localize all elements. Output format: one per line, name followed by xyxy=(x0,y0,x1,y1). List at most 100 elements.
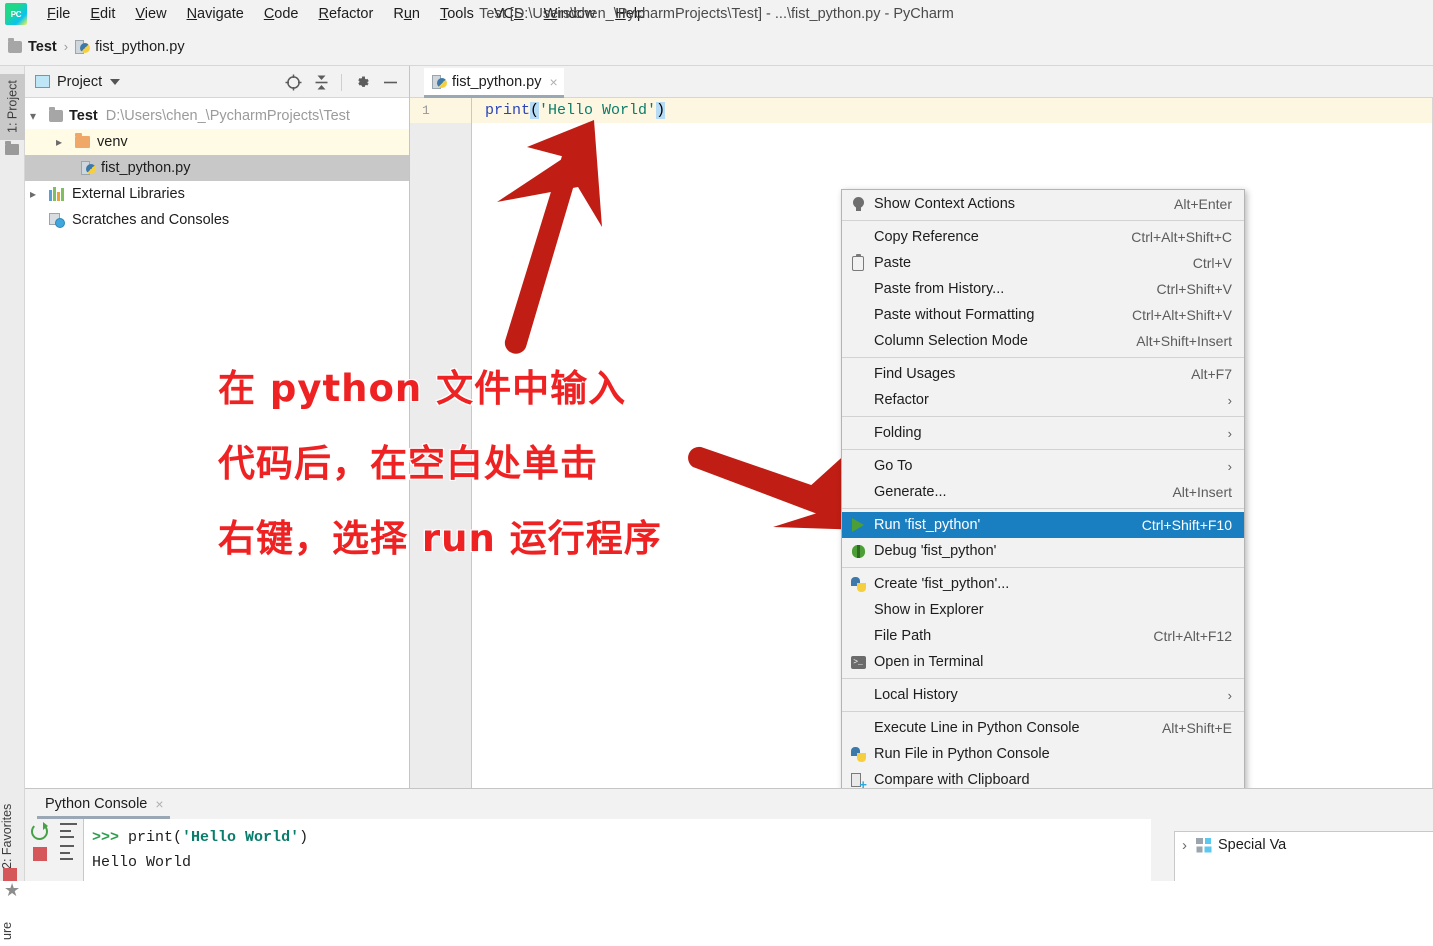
tree-row-venv[interactable]: ▸ venv xyxy=(25,129,409,155)
sidebar-tab-favorites[interactable]: 2: Favorites xyxy=(0,796,25,876)
menu-item-shortcut: Alt+F7 xyxy=(1191,366,1232,382)
menu-item-shortcut: Ctrl+Alt+Shift+V xyxy=(1132,307,1232,323)
rerun-icon[interactable] xyxy=(31,822,48,840)
editor-tab-fist-python[interactable]: fist_python.py × xyxy=(424,68,564,98)
menu-item-execute-line-in-python-console[interactable]: Execute Line in Python Console Alt+Shift… xyxy=(842,715,1244,741)
clipboard-icon xyxy=(842,253,874,271)
chevron-down-icon[interactable]: ▾ xyxy=(25,109,41,123)
breadcrumb-file[interactable]: fist_python.py xyxy=(75,39,185,55)
title-bar: File Edit View Navigate Code Refactor Ru… xyxy=(0,0,1433,29)
special-variables-row[interactable]: › Special Va xyxy=(1175,832,1433,858)
locate-icon[interactable] xyxy=(280,69,306,95)
sidebar-tab-project[interactable]: 1: Project xyxy=(0,74,25,140)
menu-window[interactable]: Window xyxy=(534,3,606,25)
project-panel: Project ▾ Test D:\Users\chen_\PycharmPro… xyxy=(25,66,410,788)
menu-edit[interactable]: Edit xyxy=(80,3,125,25)
chevron-right-icon: › xyxy=(1227,425,1232,441)
scroll-to-end-icon[interactable] xyxy=(60,845,77,860)
menu-item-shortcut: Alt+Enter xyxy=(1174,196,1232,212)
tree-row-fist-python[interactable]: fist_python.py xyxy=(25,155,409,181)
annotation-line-1: 在 python 文件中输入 xyxy=(218,367,627,410)
close-icon[interactable]: × xyxy=(155,796,163,812)
menu-item-folding[interactable]: Folding › xyxy=(842,420,1244,446)
tree-row-test[interactable]: ▾ Test D:\Users\chen_\PycharmProjects\Te… xyxy=(25,103,409,129)
menu-item-local-history[interactable]: Local History › xyxy=(842,682,1244,708)
project-panel-toolbar xyxy=(280,66,403,98)
minimize-icon[interactable] xyxy=(377,69,403,95)
annotation-line-3: 右键，选择 run 运行程序 xyxy=(218,517,662,560)
chevron-right-icon[interactable]: ▸ xyxy=(25,187,41,201)
soft-wrap-icon[interactable] xyxy=(60,823,77,838)
chevron-right-icon[interactable]: › xyxy=(1182,837,1187,854)
console-input-close: ) xyxy=(299,829,309,846)
menu-item-copy-reference[interactable]: Copy Reference Ctrl+Alt+Shift+C xyxy=(842,224,1244,250)
console-tab-bar: Python Console × xyxy=(25,789,1433,819)
context-menu: Show Context Actions Alt+Enter Copy Refe… xyxy=(841,189,1245,828)
menu-item-refactor[interactable]: Refactor › xyxy=(842,387,1244,413)
chevron-down-icon[interactable] xyxy=(110,78,121,85)
menu-item-show-in-explorer[interactable]: Show in Explorer xyxy=(842,597,1244,623)
menu-navigate[interactable]: Navigate xyxy=(177,3,254,25)
menu-divider xyxy=(842,357,1244,358)
console-tab-python-console[interactable]: Python Console × xyxy=(37,791,170,819)
project-folder-icon xyxy=(5,141,19,155)
tree-row-scratches[interactable]: Scratches and Consoles xyxy=(25,207,409,233)
menu-help[interactable]: Help xyxy=(605,3,655,25)
stop-icon[interactable] xyxy=(32,847,47,861)
editor-tab-bar: fist_python.py × xyxy=(410,66,1433,98)
menu-item-create-fist-python[interactable]: Create 'fist_python'... xyxy=(842,571,1244,597)
sidebar-tab-structure[interactable]: ure xyxy=(0,916,25,946)
menu-item-run-file-in-python-console[interactable]: Run File in Python Console xyxy=(842,741,1244,767)
chevron-right-icon: › xyxy=(1227,687,1232,703)
tree-label: External Libraries xyxy=(72,186,185,202)
menu-item-label: Copy Reference xyxy=(874,229,979,245)
menu-item-label: Paste from History... xyxy=(874,281,1005,297)
menu-item-paste[interactable]: Paste Ctrl+V xyxy=(842,250,1244,276)
menu-vcs[interactable]: VCS xyxy=(484,3,534,25)
project-panel-title-box[interactable]: Project xyxy=(25,74,121,90)
tree-label: Scratches and Consoles xyxy=(72,212,230,228)
menu-item-go-to[interactable]: Go To › xyxy=(842,453,1244,479)
menu-item-file-path[interactable]: File Path Ctrl+Alt+F12 xyxy=(842,623,1244,649)
tree-label: venv xyxy=(97,134,128,150)
menu-item-label: Show Context Actions xyxy=(874,196,1016,212)
chevron-right-icon: › xyxy=(1227,458,1232,474)
tree-row-external-libraries[interactable]: ▸ External Libraries xyxy=(25,181,409,207)
code-token-close-paren: ) xyxy=(656,102,666,119)
console-output[interactable]: >>> print('Hello World') Hello World xyxy=(83,819,1151,881)
menu-item-shortcut: Ctrl+Alt+Shift+C xyxy=(1131,229,1232,245)
menu-item-label: Generate... xyxy=(874,484,947,500)
menu-item-find-usages[interactable]: Find Usages Alt+F7 xyxy=(842,361,1244,387)
collapse-all-icon[interactable] xyxy=(308,69,334,95)
run-green-icon xyxy=(842,518,874,532)
menu-refactor[interactable]: Refactor xyxy=(309,3,384,25)
compare-clipboard-icon xyxy=(842,772,874,789)
menu-item-run-fist-python[interactable]: Run 'fist_python' Ctrl+Shift+F10 xyxy=(842,512,1244,538)
menu-divider xyxy=(842,567,1244,568)
menu-view[interactable]: View xyxy=(125,3,176,25)
menu-item-paste-without-formatting[interactable]: Paste without Formatting Ctrl+Alt+Shift+… xyxy=(842,302,1244,328)
menu-file[interactable]: File xyxy=(37,3,80,25)
menu-tools[interactable]: Tools xyxy=(430,3,484,25)
menu-item-debug-fist-python[interactable]: Debug 'fist_python' xyxy=(842,538,1244,564)
annotation-line-2: 代码后，在空白处单击 xyxy=(218,442,598,485)
menu-item-column-selection-mode[interactable]: Column Selection Mode Alt+Shift+Insert xyxy=(842,328,1244,354)
menu-item-label: Create 'fist_python'... xyxy=(874,576,1010,592)
menu-item-label: Refactor xyxy=(874,392,929,408)
menu-item-generate[interactable]: Generate... Alt+Insert xyxy=(842,479,1244,505)
menu-code[interactable]: Code xyxy=(254,3,309,25)
python-icon xyxy=(842,576,874,592)
breadcrumb-project[interactable]: Test xyxy=(8,37,57,55)
close-icon[interactable]: × xyxy=(549,74,557,90)
menu-item-open-in-terminal[interactable]: >_ Open in Terminal xyxy=(842,649,1244,675)
chevron-right-icon[interactable]: ▸ xyxy=(51,135,67,149)
special-variables-label: Special Va xyxy=(1218,837,1287,853)
python-file-icon xyxy=(432,74,447,90)
menu-item-paste-from-history[interactable]: Paste from History... Ctrl+Shift+V xyxy=(842,276,1244,302)
menu-item-show-context-actions[interactable]: Show Context Actions Alt+Enter xyxy=(842,191,1244,217)
menu-item-shortcut: Alt+Shift+E xyxy=(1161,720,1232,736)
special-variables-box: › Special Va xyxy=(1174,831,1433,881)
menu-run[interactable]: Run xyxy=(383,3,430,25)
project-view-icon xyxy=(35,75,50,88)
gear-icon[interactable] xyxy=(349,69,375,95)
